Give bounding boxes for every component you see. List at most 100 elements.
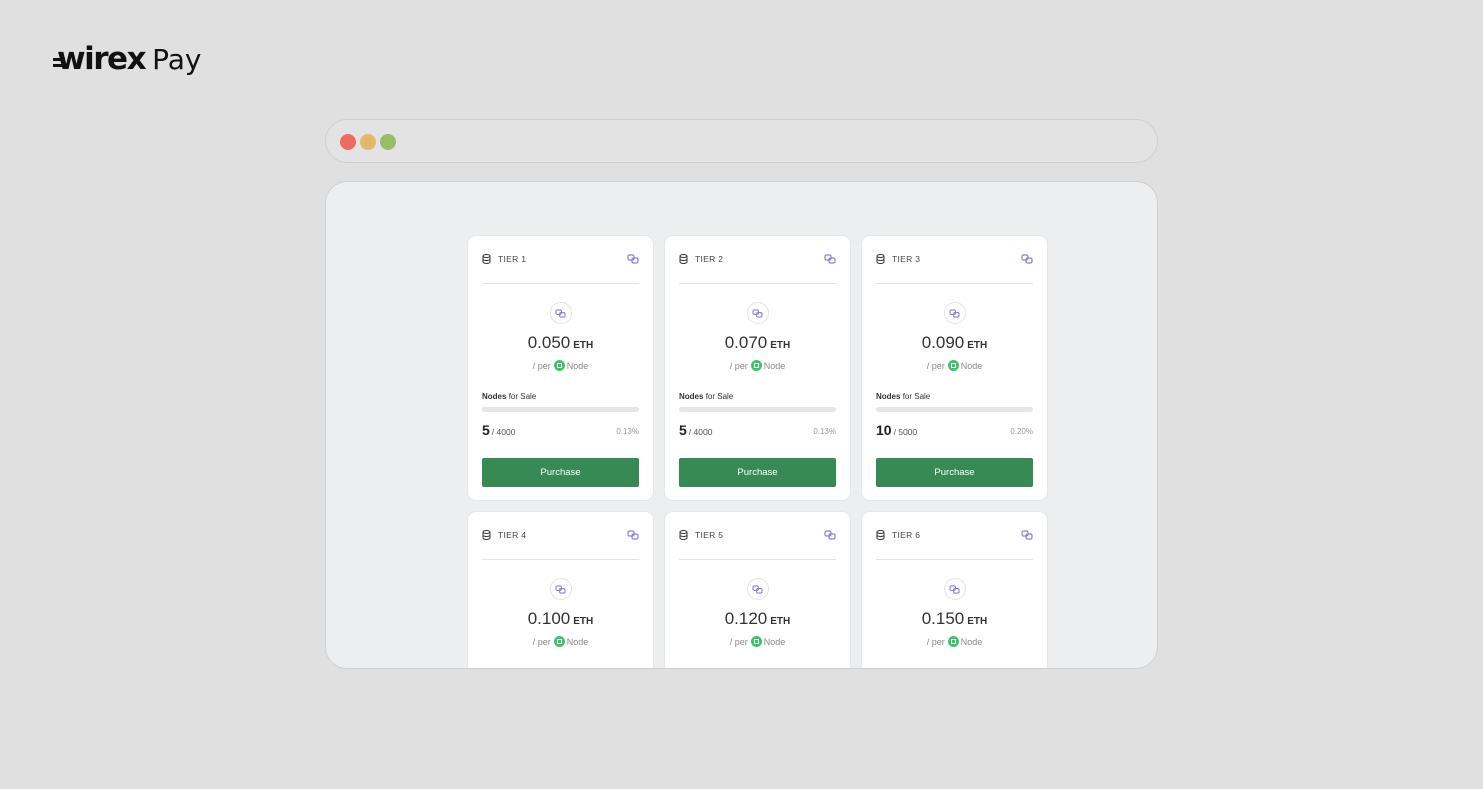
nodes-for-sale-label: Nodes for Sale	[876, 392, 930, 401]
tier-grid: TIER 1 0.050 ETH / per Node Nodes for Sale…	[467, 235, 1048, 668]
logo-wordmark: wirex	[53, 44, 147, 75]
price-unit: ETH	[573, 616, 594, 627]
polygon-link-icon	[752, 308, 763, 318]
for-sale-word: for Sale	[508, 392, 537, 401]
tier-card-header: TIER 1	[482, 251, 639, 267]
price: 0.070 ETH	[665, 333, 850, 353]
sold-count: 5	[482, 422, 490, 438]
per-node: / per Node	[862, 360, 1047, 371]
nodes-word: Nodes	[876, 392, 901, 401]
database-icon	[876, 530, 885, 540]
polygon-link-icon[interactable]	[627, 254, 639, 264]
node-cube-icon	[553, 360, 565, 371]
polygon-link-icon	[555, 584, 566, 594]
per-prefix: / per	[532, 361, 551, 371]
tier-card: TIER 5 0.120 ETH / per Node	[664, 511, 851, 668]
price: 0.050 ETH	[468, 333, 653, 353]
tier-card: TIER 4 0.100 ETH / per Node	[467, 511, 654, 668]
total-count: / 4000	[491, 427, 516, 437]
tier-card: TIER 1 0.050 ETH / per Node Nodes for Sale…	[467, 235, 654, 501]
node-label: Node	[566, 361, 589, 371]
purchase-button[interactable]: Purchase	[679, 458, 836, 487]
node-cube-icon	[750, 360, 762, 371]
polygon-link-icon	[949, 584, 960, 594]
divider	[679, 283, 836, 284]
coin-badge	[746, 578, 769, 600]
window-maximize-dot[interactable]	[380, 134, 396, 150]
price-unit: ETH	[770, 616, 791, 627]
for-sale-word: for Sale	[902, 392, 931, 401]
wirex-pay-logo: wirex Pay	[53, 44, 201, 75]
sold-count: 5	[679, 422, 687, 438]
browser-window: TIER 1 0.050 ETH / per Node Nodes for Sale…	[325, 181, 1158, 669]
database-icon	[679, 254, 688, 264]
sale-count: 10/ 5000	[876, 422, 917, 440]
price-value: 0.150	[921, 609, 965, 628]
sale-progress-bar	[482, 407, 639, 412]
sold-percent: 0.20%	[1010, 427, 1033, 436]
polygon-link-icon	[949, 308, 960, 318]
price-unit: ETH	[967, 616, 988, 627]
purchase-button[interactable]: Purchase	[876, 458, 1033, 487]
polygon-link-icon[interactable]	[627, 530, 639, 540]
tier-card-header: TIER 3	[876, 251, 1033, 267]
per-prefix: / per	[532, 637, 551, 647]
price-value: 0.070	[724, 333, 768, 352]
polygon-link-icon	[752, 584, 763, 594]
node-label: Node	[566, 637, 589, 647]
per-prefix: / per	[926, 361, 945, 371]
polygon-link-icon[interactable]	[1021, 530, 1033, 540]
tier-card-header: TIER 4	[482, 527, 639, 543]
price: 0.150 ETH	[862, 609, 1047, 629]
database-icon	[876, 254, 885, 264]
sale-progress-bar	[876, 407, 1033, 412]
database-icon	[482, 530, 491, 540]
divider	[876, 283, 1033, 284]
sale-count: 5/ 4000	[482, 422, 515, 440]
polygon-link-icon[interactable]	[1021, 254, 1033, 264]
tier-label: TIER 1	[498, 254, 527, 264]
per-node: / per Node	[468, 636, 653, 647]
price: 0.120 ETH	[665, 609, 850, 629]
tier-card-header: TIER 6	[876, 527, 1033, 543]
nodes-word: Nodes	[482, 392, 507, 401]
node-label: Node	[763, 637, 786, 647]
tier-card-header: TIER 5	[679, 527, 836, 543]
database-icon	[482, 254, 491, 264]
node-cube-icon	[947, 360, 959, 371]
total-count: / 5000	[893, 427, 918, 437]
price-value: 0.120	[724, 609, 768, 628]
for-sale-word: for Sale	[705, 392, 734, 401]
divider	[482, 283, 639, 284]
tier-label: TIER 4	[498, 530, 527, 540]
per-node: / per Node	[665, 360, 850, 371]
price-unit: ETH	[770, 340, 791, 351]
price-value: 0.100	[527, 609, 571, 628]
per-node: / per Node	[862, 636, 1047, 647]
window-close-dot[interactable]	[340, 134, 356, 150]
total-count: / 4000	[688, 427, 713, 437]
per-node: / per Node	[665, 636, 850, 647]
node-cube-icon	[553, 636, 565, 647]
per-prefix: / per	[926, 637, 945, 647]
per-prefix: / per	[729, 361, 748, 371]
tier-label: TIER 5	[695, 530, 724, 540]
polygon-link-icon[interactable]	[824, 254, 836, 264]
divider	[876, 559, 1033, 560]
nodes-word: Nodes	[679, 392, 704, 401]
node-label: Node	[960, 637, 983, 647]
database-icon	[679, 530, 688, 540]
polygon-link-icon[interactable]	[824, 530, 836, 540]
window-minimize-dot[interactable]	[360, 134, 376, 150]
tier-label: TIER 2	[695, 254, 724, 264]
tier-label: TIER 3	[892, 254, 921, 264]
price-unit: ETH	[967, 340, 988, 351]
sold-percent: 0.13%	[813, 427, 836, 436]
price: 0.090 ETH	[862, 333, 1047, 353]
nodes-for-sale-label: Nodes for Sale	[679, 392, 733, 401]
node-label: Node	[960, 361, 983, 371]
purchase-button[interactable]: Purchase	[482, 458, 639, 487]
per-node: / per Node	[468, 360, 653, 371]
logo-product: Pay	[152, 43, 202, 76]
divider	[482, 559, 639, 560]
